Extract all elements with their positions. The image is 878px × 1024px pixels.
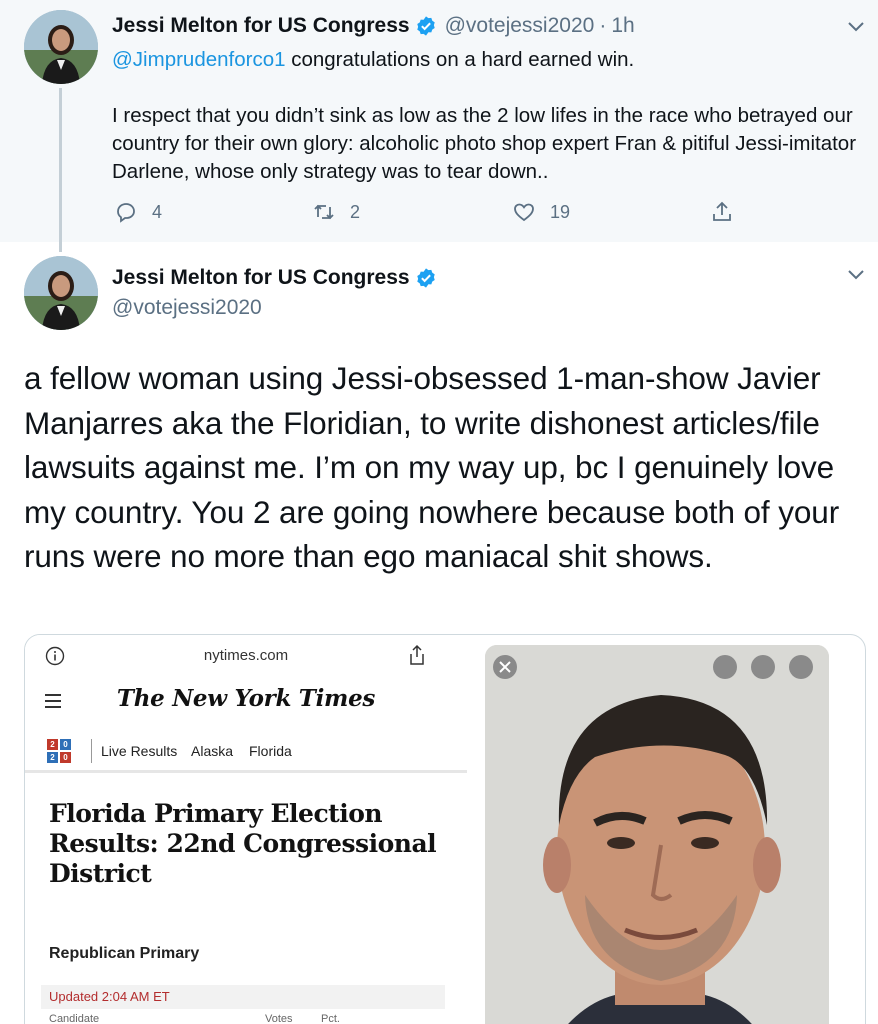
verified-badge-icon: [416, 16, 435, 36]
retweet-icon: [314, 204, 334, 220]
mugshot-photo[interactable]: [485, 645, 829, 1024]
badge-digit: 2: [47, 752, 58, 763]
badge-digit: 2: [47, 739, 58, 750]
election-2020-badge: 2 0 2 0: [47, 739, 71, 763]
verified-badge-icon: [416, 268, 435, 288]
author-handle[interactable]: @votejessi2020: [445, 14, 595, 38]
share-icon: [410, 644, 424, 665]
nyt-masthead: The New York Times: [25, 677, 467, 723]
tweet-text-line1: congratulations on a hard earned win.: [285, 48, 635, 71]
article-headline: Florida Primary Election Results: 22nd C…: [49, 799, 437, 888]
tweet-actions: 4 2 19: [112, 200, 752, 228]
badge-digit: 0: [60, 752, 71, 763]
tweet-text: @Jimprudenforco1 congratulations on a ha…: [112, 46, 872, 214]
chevron-down-icon[interactable]: [846, 16, 866, 36]
column-header-candidate: Candidate: [49, 1013, 100, 1024]
chevron-down-icon[interactable]: [846, 264, 866, 284]
tweet-text-paragraph: I respect that you didn’t sink as low as…: [112, 104, 857, 183]
mugshot-image: [485, 645, 829, 1024]
section-label: Republican Primary: [49, 945, 200, 962]
avatar-image: [24, 256, 98, 330]
reply-icon: [117, 203, 135, 223]
browser-url-bar: nytimes.com: [25, 635, 467, 677]
nav-florida: Florida: [249, 743, 292, 759]
updated-time: Updated 2:04 AM ET: [49, 989, 170, 1004]
separator-dot: ·: [599, 14, 607, 37]
share-button[interactable]: [710, 200, 748, 224]
nyt-sub-nav: 2 0 2 0 Live Results Alaska Florida: [25, 731, 467, 773]
tweet-text: a fellow woman using Jessi-obsessed 1-ma…: [24, 360, 840, 574]
like-count: 19: [550, 201, 571, 222]
avatar-image: [24, 10, 98, 84]
tweet-media[interactable]: nytimes.com The New York Times 2 0 2 0 L…: [24, 634, 866, 1024]
share-icon: [713, 201, 731, 221]
reply-button[interactable]: 4: [114, 200, 162, 224]
reply-count: 4: [152, 201, 163, 222]
nyt-logo: The New York Times: [116, 685, 376, 712]
tweet-header: Jessi Melton for US Congress @votejessi2…: [112, 14, 635, 38]
reply-context-tweet[interactable]: Jessi Melton for US Congress @votejessi2…: [0, 0, 878, 252]
retweet-count: 2: [350, 201, 361, 222]
avatar[interactable]: [24, 256, 98, 330]
author-handle[interactable]: @votejessi2020: [112, 296, 262, 320]
retweet-button[interactable]: 2: [312, 200, 360, 224]
avatar[interactable]: [24, 10, 98, 84]
like-icon: [514, 203, 534, 222]
mention-link[interactable]: @Jimprudenforco1: [112, 48, 286, 71]
badge-digit: 0: [60, 739, 71, 750]
column-header-pct: Pct.: [321, 1013, 340, 1024]
updated-bar: Updated 2:04 AM ET: [41, 985, 445, 1009]
nav-live-results: Live Results: [101, 743, 178, 759]
thread-line: [59, 88, 62, 252]
author-name[interactable]: Jessi Melton for US Congress: [112, 14, 410, 38]
timestamp[interactable]: 1h: [611, 14, 634, 38]
divider: [91, 739, 92, 763]
author-name[interactable]: Jessi Melton for US Congress: [112, 266, 410, 290]
nyt-screenshot-image[interactable]: nytimes.com The New York Times 2 0 2 0 L…: [25, 635, 467, 1024]
nav-alaska: Alaska: [191, 743, 234, 759]
url-text: nytimes.com: [203, 647, 289, 664]
author-name-row: Jessi Melton for US Congress: [112, 266, 437, 290]
like-button[interactable]: 19: [512, 200, 570, 224]
column-header-votes: Votes: [265, 1013, 293, 1024]
